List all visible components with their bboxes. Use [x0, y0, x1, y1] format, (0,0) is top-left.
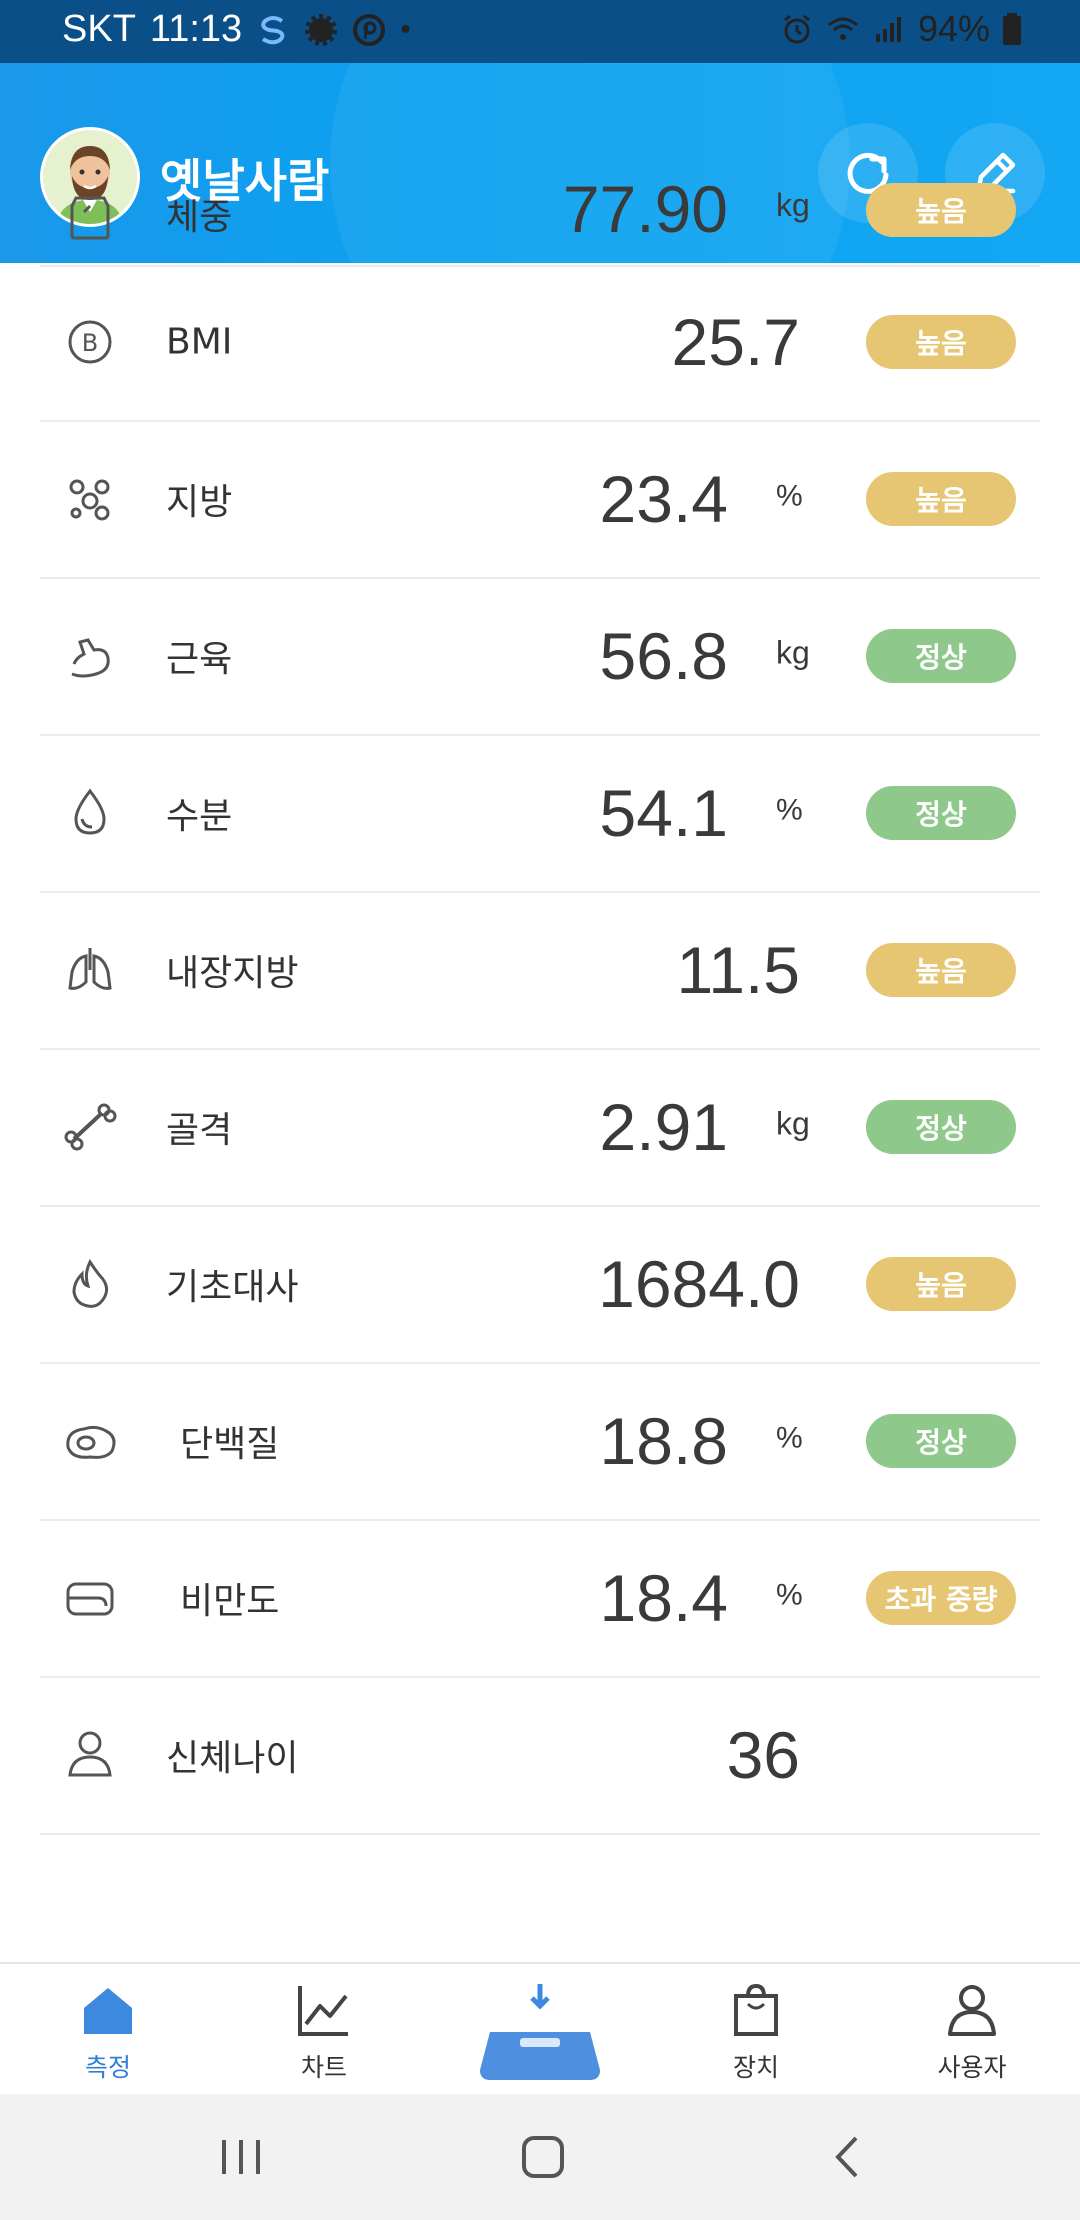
status-badge: 높음	[866, 942, 1016, 997]
muscle-icon	[71, 637, 110, 677]
status-badge: 정상	[866, 785, 1016, 840]
metric-value: 54.1	[599, 775, 728, 850]
status-badge: 높음	[866, 471, 1016, 526]
bone-icon	[64, 1103, 117, 1150]
status-badge: 높음	[866, 183, 1016, 237]
nav-measure-label: 측정	[84, 2053, 131, 2082]
scale-icon	[480, 1984, 600, 2080]
status-bar-right: 94%	[780, 8, 1022, 50]
metric-label: 지방	[166, 481, 233, 523]
metric-value: 56.8	[599, 618, 728, 693]
metric-unit: %	[776, 1577, 803, 1611]
battery-icon	[1003, 13, 1021, 45]
metric-unit: %	[776, 1420, 803, 1454]
status-badge: 정상	[866, 1099, 1016, 1154]
metric-value: 18.4	[599, 1560, 728, 1635]
recent-apps-icon[interactable]	[218, 2134, 264, 2180]
lungs-icon	[68, 947, 112, 990]
metric-row[interactable]: 체중 77.90 kg 높음	[40, 143, 1040, 267]
pinterest-icon	[353, 13, 386, 46]
metric-label: 단백질	[180, 1423, 280, 1465]
battery-percent: 94%	[917, 8, 990, 49]
metric-value: 77.90	[562, 172, 728, 246]
metric-value: 11.5	[676, 932, 800, 1007]
egg-icon	[66, 1425, 116, 1459]
wifi-icon	[827, 17, 858, 40]
metric-label: 기초대사	[166, 1266, 299, 1308]
chart-icon	[298, 1986, 348, 2036]
nav-device[interactable]: 장치	[686, 1982, 826, 2084]
metric-row[interactable]: 수분 54.1% 정상	[40, 734, 1040, 893]
home-icon	[84, 1988, 132, 2034]
body-age-icon	[68, 1731, 112, 1776]
bmi-icon: B	[68, 320, 112, 363]
status-badge: 정상	[866, 628, 1016, 683]
clock: 11:13	[149, 8, 243, 50]
metric-value: 2.91	[599, 1089, 728, 1164]
metric-label: 수분	[166, 795, 233, 837]
alarm-icon	[784, 14, 810, 44]
metric-row[interactable]: 단백질 18.8% 정상	[40, 1362, 1040, 1521]
bottom-nav: 측정 차트 장치 사용자	[0, 1962, 1080, 2096]
water-drop-icon	[74, 788, 106, 835]
status-badge: 높음	[866, 1256, 1016, 1311]
metric-row[interactable]: 골격 2.91 kg 정상	[40, 1048, 1040, 1207]
status-badge: 높음	[866, 314, 1016, 369]
metric-value: 1684.0	[598, 1246, 800, 1321]
metric-label: 신체나이	[166, 1737, 299, 1779]
home-button-icon[interactable]	[518, 2132, 568, 2182]
belly-icon	[66, 1582, 114, 1615]
signal-icon	[875, 17, 901, 42]
status-badge: 초과 중량	[866, 1570, 1016, 1625]
metric-row[interactable]: 근육 56.8 kg 정상	[40, 577, 1040, 736]
flame-icon	[72, 1258, 109, 1308]
metric-row[interactable]: B BMI 25.7 높음	[40, 263, 1040, 422]
metric-value: 36	[726, 1717, 800, 1792]
nav-chart-label: 차트	[300, 2053, 347, 2082]
metric-row[interactable]: 지방 23.4% 높음	[40, 420, 1040, 579]
metric-unit: kg	[776, 1105, 810, 1142]
metric-unit: %	[776, 792, 803, 826]
scale-icon	[70, 196, 110, 240]
weigh-scale-button[interactable]	[470, 1982, 610, 2082]
dot-indicator: •	[400, 12, 411, 46]
system-nav-bar	[0, 2094, 1080, 2220]
carrier-label: SKT	[62, 8, 136, 50]
nav-chart[interactable]: 차트	[254, 1982, 394, 2084]
metric-label: BMI	[166, 321, 233, 362]
metric-unit: %	[776, 478, 803, 512]
status-bar: SKT 11:13 • 94%	[0, 0, 1080, 63]
metric-value: 25.7	[671, 304, 800, 379]
metric-label: 골격	[166, 1109, 233, 1151]
metric-row[interactable]: 비만도 18.4% 초과 중량	[40, 1519, 1040, 1678]
device-bag-icon	[734, 1983, 778, 2036]
metric-label: 근육	[166, 638, 233, 680]
fat-icon	[69, 479, 110, 520]
nav-user[interactable]: 사용자	[902, 1982, 1042, 2084]
status-badge: 정상	[866, 1413, 1016, 1468]
metric-value: 23.4	[599, 461, 728, 536]
metric-label: 체중	[166, 197, 233, 238]
status-bar-left: SKT 11:13 •	[62, 8, 411, 51]
metric-row[interactable]: 내장지방 11.5 높음	[40, 891, 1040, 1050]
back-icon[interactable]	[826, 2134, 872, 2180]
metric-unit: kg	[776, 634, 810, 671]
nav-measure[interactable]: 측정	[38, 1982, 178, 2084]
nav-user-label: 사용자	[937, 2053, 1007, 2082]
gear-badge-icon	[305, 13, 338, 46]
svg-text:B: B	[82, 329, 98, 357]
nav-device-label: 장치	[732, 2053, 779, 2082]
user-icon	[948, 1985, 996, 2036]
metric-value: 18.8	[599, 1403, 728, 1478]
metric-row[interactable]: 기초대사 1684.0 높음	[40, 1205, 1040, 1364]
metric-label: 비만도	[180, 1580, 280, 1622]
s-app-icon	[261, 15, 285, 44]
metric-unit: kg	[776, 187, 810, 223]
metric-row[interactable]: 신체나이 36	[40, 1676, 1040, 1835]
metric-label: 내장지방	[166, 952, 299, 994]
